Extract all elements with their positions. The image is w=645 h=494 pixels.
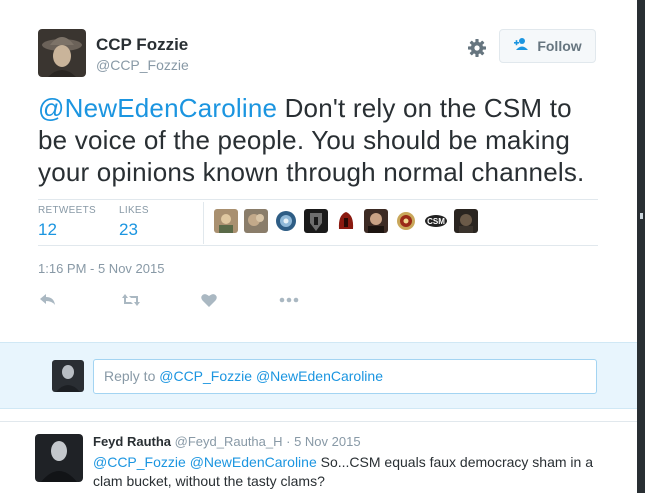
reply-box: Reply to @CCP_Fozzie @NewEdenCaroline xyxy=(0,342,637,409)
reply-input[interactable]: Reply to @CCP_Fozzie @NewEdenCaroline xyxy=(93,359,597,394)
reply-tweet-date[interactable]: 5 Nov 2015 xyxy=(294,434,361,449)
liker-avatar[interactable] xyxy=(214,209,238,233)
reply-icon[interactable] xyxy=(38,291,58,309)
like-heart-icon[interactable] xyxy=(200,291,220,309)
reply-tweet-header: Feyd Rautha @Feyd_Rautha_H · 5 Nov 2015 xyxy=(93,434,361,449)
svg-text:CSM: CSM xyxy=(427,217,445,226)
reply-mention: @NewEdenCaroline xyxy=(255,368,383,384)
follow-button[interactable]: Follow xyxy=(499,29,596,63)
more-icon[interactable] xyxy=(278,291,299,309)
follow-person-icon xyxy=(513,37,531,56)
scroll-strip xyxy=(637,0,645,493)
tweet-timestamp[interactable]: 1:16 PM - 5 Nov 2015 xyxy=(38,261,164,276)
current-user-avatar xyxy=(52,360,84,392)
tweet-mention-link[interactable]: @NewEdenCaroline xyxy=(38,93,277,123)
tweet-permalink: CCP Fozzie @CCP_Fozzie Follow @NewEdenCa… xyxy=(0,0,637,493)
liker-avatar[interactable] xyxy=(274,209,298,233)
retweets-stat[interactable]: RETWEETS 12 xyxy=(38,205,96,240)
reply-tweet-text: @CCP_Fozzie @NewEdenCaroline So...CSM eq… xyxy=(93,453,623,491)
reply-author-avatar[interactable] xyxy=(35,434,83,482)
author-avatar[interactable] xyxy=(38,29,86,77)
likes-count: 23 xyxy=(119,220,138,239)
likers-avatars: CSM xyxy=(214,209,478,233)
tweet-text: @NewEdenCaroline Don't rely on the CSM t… xyxy=(38,92,608,188)
reply-tweet-mention[interactable]: @CCP_Fozzie xyxy=(93,454,186,470)
liker-avatar[interactable] xyxy=(244,209,268,233)
liker-avatar[interactable]: CSM xyxy=(424,209,448,233)
reply-prefix: Reply to xyxy=(104,368,160,384)
liker-avatar[interactable] xyxy=(304,209,328,233)
likes-label: LIKES xyxy=(119,205,149,216)
reply-date-separator: · xyxy=(282,434,295,449)
retweet-icon[interactable] xyxy=(120,291,140,309)
stat-separator xyxy=(203,202,204,244)
reply-author-name[interactable]: Feyd Rautha xyxy=(93,434,171,449)
gear-icon[interactable] xyxy=(467,38,487,58)
liker-avatar[interactable] xyxy=(334,209,358,233)
liker-avatar[interactable] xyxy=(454,209,478,233)
retweets-label: RETWEETS xyxy=(38,205,96,216)
author-handle[interactable]: @CCP_Fozzie xyxy=(96,57,189,73)
reply-author-handle[interactable]: @Feyd_Rautha_H xyxy=(175,434,283,449)
liker-avatar[interactable] xyxy=(394,209,418,233)
likes-stat[interactable]: LIKES 23 xyxy=(119,205,149,240)
author-name[interactable]: CCP Fozzie xyxy=(96,35,188,55)
retweets-count: 12 xyxy=(38,220,57,239)
liker-avatar[interactable] xyxy=(364,209,388,233)
divider xyxy=(38,245,598,246)
reply-tweet-mention[interactable]: @NewEdenCaroline xyxy=(190,454,317,470)
follow-button-label: Follow xyxy=(537,38,582,54)
divider xyxy=(38,199,598,200)
reply-mention: @CCP_Fozzie xyxy=(159,368,253,384)
reply-tweet[interactable]: Feyd Rautha @Feyd_Rautha_H · 5 Nov 2015 … xyxy=(0,421,637,494)
scroll-marker xyxy=(640,213,643,219)
